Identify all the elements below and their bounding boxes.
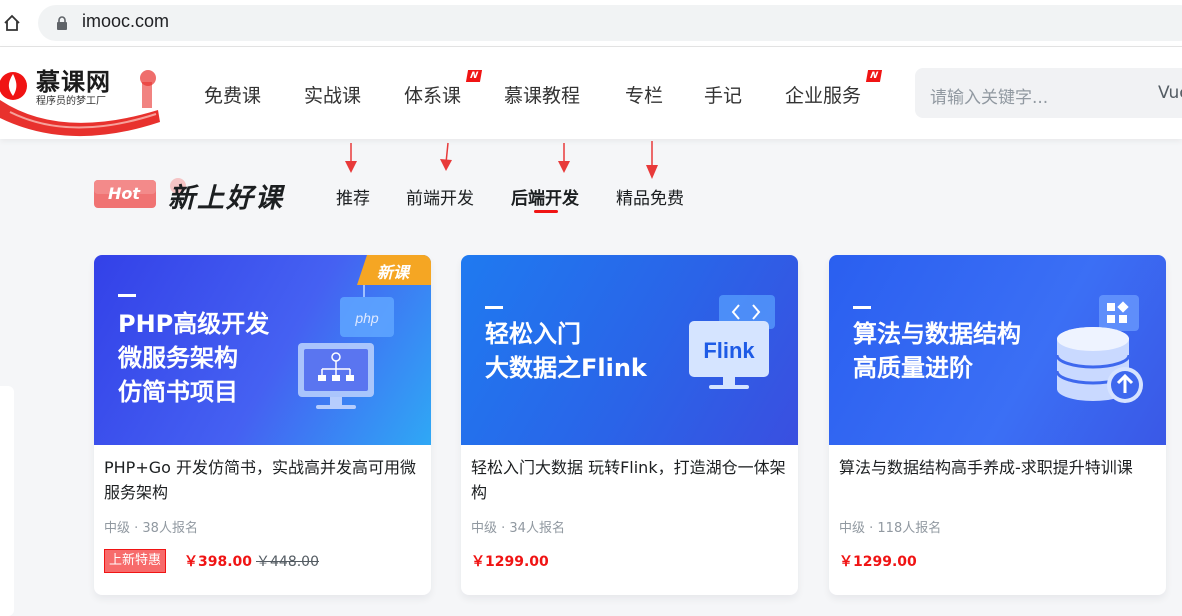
banner-line: 仿简书项目 xyxy=(118,378,238,406)
course-meta: 中级 · 38人报名 xyxy=(104,521,198,536)
url-text[interactable]: imooc.com xyxy=(82,11,169,32)
flink-label: Flink xyxy=(703,338,755,363)
section-title: 新上好课 xyxy=(168,183,284,214)
annotation-arrow-icon xyxy=(646,141,658,179)
banner-line: 微服务架构 xyxy=(118,344,238,372)
home-icon[interactable] xyxy=(2,13,22,33)
original-price: ￥448.00 xyxy=(256,554,319,570)
course-title[interactable]: PHP+Go 开发仿简书，实战高并发高可用微服务架构 xyxy=(104,455,422,505)
tab-free-premium[interactable]: 精品免费 xyxy=(616,184,684,209)
course-banner[interactable]: 算法与数据结构 高质量进阶 xyxy=(829,255,1166,445)
nav-system-courses[interactable]: 体系课 xyxy=(404,81,461,108)
annotation-arrow-icon xyxy=(440,142,452,171)
course-card[interactable]: 轻松入门 大数据之Flink Flink 轻松入门大数据 玩转Flink，打造湖… xyxy=(461,255,798,595)
course-meta: 中级 · 118人报名 xyxy=(839,521,942,536)
new-badge-label: 新课 xyxy=(377,263,410,282)
database-upload-icon xyxy=(1055,295,1143,403)
course-card[interactable]: PHP高级开发 微服务架构 仿简书项目 php 新课 PHP+Go 开发仿简书，… xyxy=(94,255,431,595)
flink-monitor-icon: Flink xyxy=(689,295,775,389)
course-title[interactable]: 轻松入门大数据 玩转Flink，打造湖仓一体架构 xyxy=(471,455,789,505)
banner-dash xyxy=(853,306,871,309)
annotation-arrow-icon xyxy=(558,143,570,173)
course-banner[interactable]: 轻松入门 大数据之Flink Flink xyxy=(461,255,798,445)
banner-dash xyxy=(485,306,503,309)
hot-badge: Hot xyxy=(94,178,156,210)
banner-line: 大数据之Flink xyxy=(485,354,647,382)
nav-tutorials[interactable]: 慕课教程 xyxy=(504,81,580,108)
nav-columns[interactable]: 专栏 xyxy=(625,81,663,108)
lock-icon xyxy=(56,15,68,30)
address-bar[interactable] xyxy=(38,5,1182,41)
new-course-badge: 新课 xyxy=(357,255,431,285)
course-title[interactable]: 算法与数据结构高手养成-求职提升特训课 xyxy=(839,455,1157,480)
php-monitor-icon: php xyxy=(298,285,394,409)
nav-enterprise[interactable]: 企业服务 xyxy=(785,81,861,108)
promo-tag: 上新特惠 xyxy=(104,549,167,573)
hot-label: Hot xyxy=(108,184,141,203)
banner-dash xyxy=(118,294,136,297)
search-hot-keyword[interactable]: Vue xyxy=(1158,83,1182,103)
search-placeholder: 请输入关键字... xyxy=(930,88,1049,108)
nav-notes[interactable]: 手记 xyxy=(704,81,742,108)
side-panel-edge xyxy=(0,386,14,616)
tab-frontend[interactable]: 前端开发 xyxy=(406,184,474,209)
course-price: ￥1299.00 xyxy=(471,554,549,570)
banner-line: 算法与数据结构 xyxy=(853,320,1021,348)
new-badge: N xyxy=(465,70,483,82)
new-badge: N xyxy=(865,70,883,82)
banner-line: 轻松入门 xyxy=(485,320,581,348)
annotation-arrow-icon xyxy=(345,143,357,173)
nav-practical-courses[interactable]: 实战课 xyxy=(304,81,361,108)
active-tab-indicator xyxy=(534,210,558,213)
course-price: ￥398.00 xyxy=(184,554,253,570)
logo-subtitle: 程序员的梦工厂 xyxy=(36,96,106,107)
banner-line: 高质量进阶 xyxy=(853,354,973,382)
banner-line: PHP高级开发 xyxy=(118,310,270,338)
tab-backend[interactable]: 后端开发 xyxy=(511,184,579,209)
svg-text:php: php xyxy=(354,310,379,326)
course-price: ￥1299.00 xyxy=(839,554,917,570)
course-card[interactable]: 算法与数据结构 高质量进阶 算法与数据结构高手养成-求职提升特训课 中级 · 1… xyxy=(829,255,1166,595)
nav-free-courses[interactable]: 免费课 xyxy=(204,81,261,108)
tab-recommend[interactable]: 推荐 xyxy=(336,184,370,209)
course-meta: 中级 · 34人报名 xyxy=(471,521,565,536)
